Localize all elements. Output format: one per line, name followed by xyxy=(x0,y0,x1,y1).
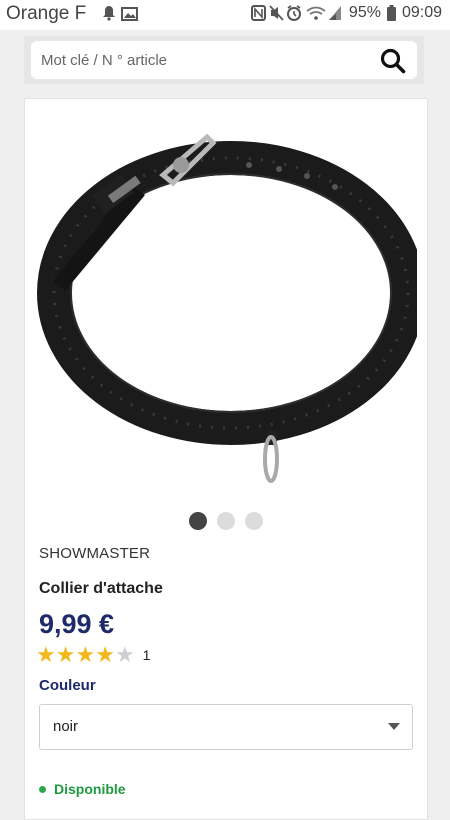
carousel-dot-2[interactable] xyxy=(217,512,235,530)
star-icon-2: ★ xyxy=(55,642,76,667)
notification-bell-icon xyxy=(103,6,115,21)
mute-icon xyxy=(269,5,284,21)
product-price: 9,99 € xyxy=(39,609,115,639)
color-label: Couleur xyxy=(39,677,96,694)
dog-collar-image xyxy=(37,133,425,483)
star-icon-5: ★ xyxy=(114,642,135,667)
color-select-value: noir xyxy=(53,718,79,735)
chevron-down-icon xyxy=(388,723,400,730)
carousel-dot-1[interactable] xyxy=(189,512,207,530)
battery-icon xyxy=(386,5,396,21)
search-button[interactable] xyxy=(379,47,407,75)
product-rating[interactable]: ★ ★ ★ ★ ★ 1 xyxy=(36,644,150,666)
availability-text: Disponible xyxy=(54,781,126,797)
battery-percent: 95% xyxy=(348,4,381,21)
star-icon-4: ★ xyxy=(95,642,115,667)
star-icon-1: ★ xyxy=(36,642,56,667)
status-right-area: 95% 09:09 xyxy=(250,4,442,22)
signal-icon xyxy=(328,6,341,20)
image-icon xyxy=(121,7,138,21)
availability-dot-icon xyxy=(39,785,46,793)
image-carousel-dots xyxy=(25,512,427,530)
product-title: Collier d'attache xyxy=(39,580,163,597)
product-image[interactable] xyxy=(35,113,425,495)
color-select[interactable]: noir xyxy=(39,704,413,750)
status-system-icons xyxy=(250,5,341,21)
search-icon xyxy=(380,48,406,74)
product-card: SHOWMASTER Collier d'attache 9,99 € ★ ★ … xyxy=(24,98,428,820)
status-notification-icons xyxy=(100,6,144,29)
product-brand[interactable]: SHOWMASTER xyxy=(39,545,150,562)
wifi-icon xyxy=(306,6,326,20)
clock-time: 09:09 xyxy=(401,4,442,21)
nfc-icon xyxy=(250,5,266,21)
carousel-dot-3[interactable] xyxy=(245,512,263,530)
rating-count: 1 xyxy=(142,647,151,663)
star-icon-3: ★ xyxy=(75,642,96,667)
status-bar: Orange F 95% 09:09 xyxy=(0,0,450,30)
alarm-icon xyxy=(286,5,301,21)
availability-status: Disponible xyxy=(39,781,126,797)
search-input[interactable] xyxy=(39,50,363,70)
carrier-name: Orange F xyxy=(6,3,87,24)
search-bar xyxy=(24,36,424,84)
search-box[interactable] xyxy=(31,41,417,79)
